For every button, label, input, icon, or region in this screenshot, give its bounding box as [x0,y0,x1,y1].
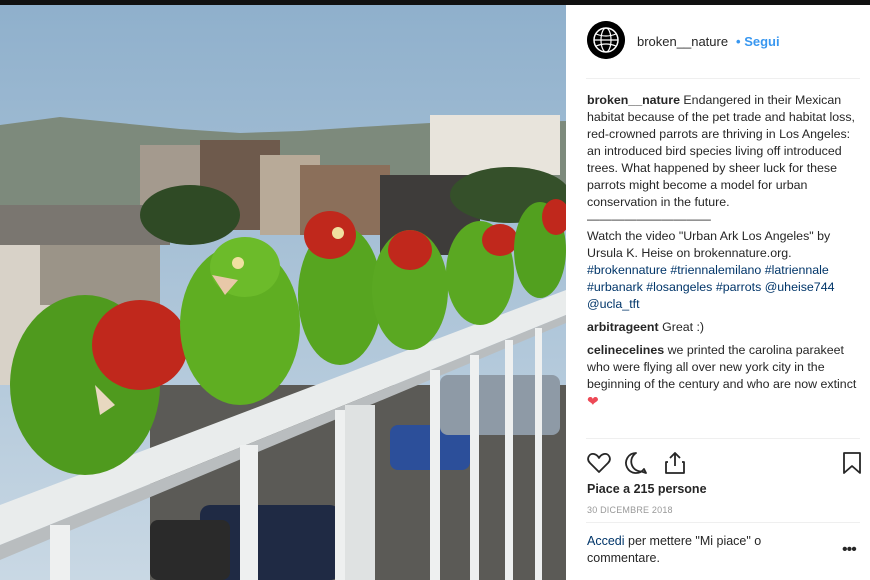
post-header: broken__nature • Segui [566,5,860,78]
caption-divider: —————————— [587,212,711,226]
login-prompt: Accedi per mettere "Mi piace" o commenta… [587,533,797,567]
caption-hashtags[interactable]: #brokennature #triennalemilano #latrienn… [587,263,834,311]
heart-emoji: ❤ [587,393,599,409]
follow-button[interactable]: • Segui [736,34,780,49]
caption-username[interactable]: broken__nature [587,93,680,107]
post-photo[interactable] [0,5,566,580]
speech-bubble-icon[interactable] [623,450,649,476]
caption-text: Endangered in their Mexican habitat beca… [587,93,855,209]
post-date: 30 DICEMBRE 2018 [587,505,673,515]
follow-label: Segui [744,34,780,49]
comment-username[interactable]: celinecelines [587,343,664,357]
avatar[interactable] [587,21,625,59]
comment-item: arbitrageent Great :) [587,319,860,336]
more-options-icon[interactable]: ••• [842,541,857,559]
post-side-panel: broken__nature • Segui broken__nature En… [566,5,870,580]
share-icon[interactable] [662,450,688,476]
caption: broken__nature Endangered in their Mexic… [587,92,860,313]
comment-item: celinecelines we printed the carolina pa… [587,342,860,411]
parrots-image [0,5,566,580]
caption-video-text: Watch the video "Urban Ark Los Angeles" … [587,229,831,260]
comment-username[interactable]: arbitrageent [587,320,659,334]
heart-outline-icon[interactable] [586,450,612,476]
bookmark-icon[interactable] [839,450,865,476]
divider [586,78,860,79]
header-username[interactable]: broken__nature [637,34,728,49]
likes-count[interactable]: Piace a 215 persone [587,482,707,496]
divider [586,438,860,439]
comments-list: broken__nature Endangered in their Mexic… [587,92,860,417]
divider [586,522,860,523]
globe-logo-icon [587,21,625,59]
login-link[interactable]: Accedi [587,534,625,548]
follow-separator: • [736,34,741,49]
comment-text: Great :) [662,320,705,334]
